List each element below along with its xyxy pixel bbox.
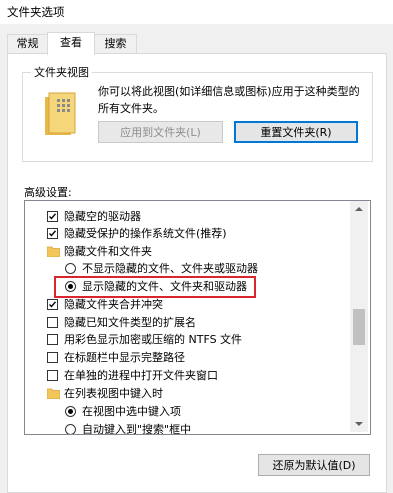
tab-search[interactable]: 搜索 [94, 34, 137, 53]
restore-defaults-button[interactable]: 还原为默认值(D) [258, 454, 370, 476]
advanced-settings-label: 高级设置: [24, 186, 72, 199]
reset-folders-button[interactable]: 重置文件夹(R) [234, 121, 358, 143]
apply-to-folders-button[interactable]: 应用到文件夹(L) [98, 121, 223, 143]
title-bar: 文件夹选项 [0, 0, 393, 24]
folder-icon [47, 388, 60, 399]
radio-button[interactable] [65, 424, 76, 434]
folder-views-description: 你可以将此视图(如详细信息或图标)应用于这种类型的所有文件夹。 [98, 85, 360, 115]
folder-views-label: 文件夹视图 [31, 64, 92, 80]
scroll-down-icon[interactable] [355, 422, 363, 426]
radio-button[interactable] [65, 406, 76, 417]
window-title: 文件夹选项 [7, 5, 65, 19]
scrollbar-thumb[interactable] [353, 309, 365, 345]
checkbox[interactable] [47, 299, 58, 310]
radio-button[interactable] [65, 263, 76, 274]
vertical-scrollbar[interactable] [350, 201, 368, 432]
scroll-up-icon[interactable] [355, 207, 363, 211]
advanced-settings-list[interactable]: 隐藏空的驱动器 隐藏受保护的操作系统文件(推荐) 隐藏文件和文件夹 不显示隐藏的… [24, 200, 371, 435]
checkbox[interactable] [47, 317, 58, 328]
checkbox[interactable] [47, 334, 58, 345]
checkbox[interactable] [47, 228, 58, 239]
tab-view[interactable]: 查看 [47, 32, 95, 55]
checkbox[interactable] [47, 370, 58, 381]
folder-view-icon [45, 92, 76, 135]
tab-general[interactable]: 常规 [7, 34, 48, 53]
checkbox[interactable] [47, 211, 58, 222]
checkbox[interactable] [47, 352, 58, 363]
folder-icon [47, 246, 60, 257]
highlight-box [54, 276, 256, 298]
